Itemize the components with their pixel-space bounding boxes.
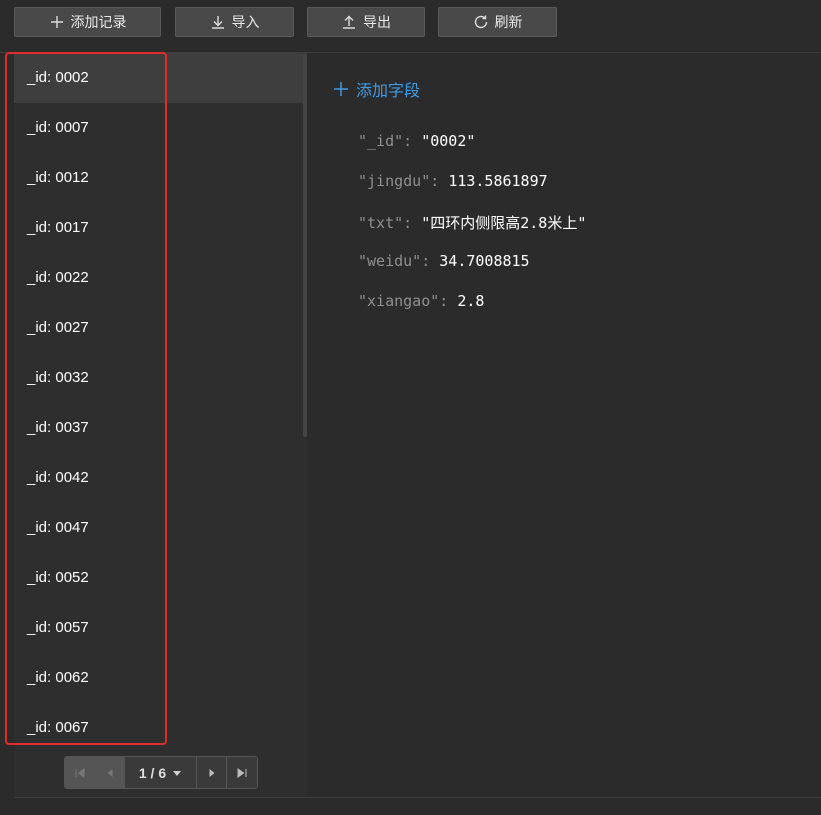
field-separator: :: [403, 132, 422, 150]
add-record-button[interactable]: 添加记录: [14, 7, 161, 37]
list-item[interactable]: _id: 0022: [14, 253, 303, 303]
first-page-icon: [75, 767, 84, 778]
last-page-button[interactable]: [227, 757, 257, 788]
field-row[interactable]: "weidu": 34.7008815: [358, 252, 530, 270]
list-item[interactable]: _id: 0057: [14, 603, 303, 653]
field-value: 2.8: [457, 292, 485, 310]
list-item[interactable]: _id: 0067: [14, 703, 303, 741]
field-value: "0002": [421, 132, 476, 150]
upload-icon: [343, 15, 355, 29]
list-item[interactable]: _id: 0027: [14, 303, 303, 353]
page-info: 1 / 6: [138, 764, 167, 781]
field-key: "weidu": [358, 252, 422, 270]
field-value: "四环内侧限高2.8米上": [421, 214, 587, 232]
field-key: "jingdu": [358, 172, 431, 190]
record-list-panel: _id: 0002 _id: 0007 _id: 0012 _id: 0017 _id:…: [14, 53, 308, 797]
caret-down-icon: [173, 770, 182, 776]
next-page-button[interactable]: [197, 757, 227, 788]
list-item[interactable]: _id: 0047: [14, 503, 303, 553]
next-page-icon: [209, 768, 214, 777]
field-separator: :: [421, 252, 440, 270]
list-item[interactable]: _id: 0062: [14, 653, 303, 703]
record-detail-panel: 添加字段 "_id": "0002" "jingdu": 113.5861897 "…: [307, 53, 821, 797]
field-separator: :: [430, 172, 449, 190]
list-item[interactable]: _id: 0012: [14, 153, 303, 203]
last-page-icon: [237, 767, 247, 778]
download-icon: [211, 16, 224, 29]
refresh-icon: [474, 15, 487, 29]
field-separator: :: [439, 292, 458, 310]
refresh-button[interactable]: 刷新: [438, 7, 557, 37]
field-row[interactable]: "xiangao": 2.8: [358, 292, 484, 310]
import-label: 导入: [231, 14, 260, 30]
add-record-label: 添加记录: [70, 14, 127, 30]
export-button[interactable]: 导出: [307, 7, 425, 37]
record-list: _id: 0002 _id: 0007 _id: 0012 _id: 0017 _id:…: [14, 53, 303, 741]
plus-icon: [334, 82, 348, 96]
add-field-label: 添加字段: [356, 83, 421, 100]
prev-page-icon: [107, 768, 112, 777]
page-selector[interactable]: 1 / 6: [125, 757, 197, 788]
field-row[interactable]: "_id": "0002": [358, 132, 475, 150]
field-value: 34.7008815: [439, 252, 530, 270]
prev-page-button[interactable]: [95, 757, 125, 788]
field-key: "xiangao": [358, 292, 440, 310]
list-item[interactable]: _id: 0037: [14, 403, 303, 453]
field-row[interactable]: "txt": "四环内侧限高2.8米上": [358, 212, 586, 233]
field-separator: :: [403, 214, 422, 232]
list-item[interactable]: _id: 0042: [14, 453, 303, 503]
export-label: 导出: [363, 14, 391, 30]
import-button[interactable]: 导入: [175, 7, 294, 37]
plus-icon: [50, 16, 63, 28]
first-page-button[interactable]: [65, 757, 95, 788]
field-row[interactable]: "jingdu": 113.5861897: [358, 172, 548, 190]
field-key: "_id": [358, 132, 404, 150]
list-item[interactable]: _id: 0017: [14, 203, 303, 253]
refresh-label: 刷新: [494, 14, 523, 30]
pagination: 1 / 6: [64, 756, 258, 789]
list-item[interactable]: _id: 0002: [14, 53, 303, 103]
toolbar: 添加记录 导入 导出 刷新: [0, 0, 821, 53]
list-item[interactable]: _id: 0007: [14, 103, 303, 153]
field-value: 113.5861897: [448, 172, 548, 190]
list-item[interactable]: _id: 0052: [14, 553, 303, 603]
add-field-button[interactable]: 添加字段: [333, 77, 420, 101]
divider: [14, 797, 821, 798]
field-key: "txt": [358, 214, 404, 232]
list-item[interactable]: _id: 0032: [14, 353, 303, 403]
